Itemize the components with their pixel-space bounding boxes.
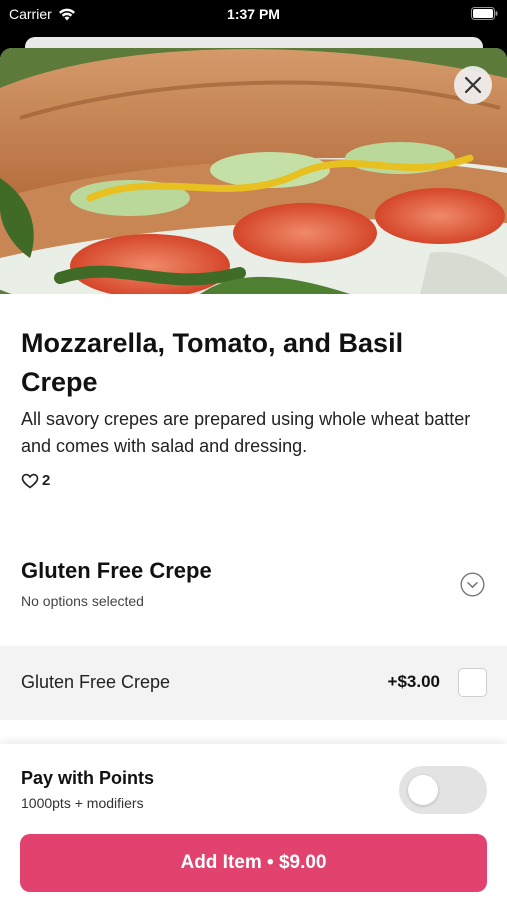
pay-with-points-subtitle: 1000pts + modifiers [21,795,144,811]
option-group-subtitle: No options selected [21,593,144,609]
clock: 1:37 PM [227,6,280,22]
chevron-down-icon [460,572,485,597]
option-label: Gluten Free Crepe [21,672,171,692]
close-button[interactable] [454,66,492,104]
option-row[interactable]: Gluten Free Crepe +$3.00 [0,646,507,720]
item-detail-sheet: Mozzarella, Tomato, and Basil Crepe All … [0,48,507,900]
order-footer: Pay with Points 1000pts + modifiers Add … [0,744,507,900]
add-item-button[interactable]: Add Item • $9.00 [20,834,487,892]
item-title: Mozzarella, Tomato, and Basil Crepe [21,328,404,397]
option-group-header[interactable]: Gluten Free Crepe No options selected [0,548,507,620]
toggle-knob [408,775,438,805]
likes-count: 2 [42,472,51,489]
item-description: All savory crepes are prepared using who… [21,409,471,456]
option-checkbox[interactable] [458,668,487,697]
heart-icon [21,473,39,488]
option-price: +$3.00 [387,672,440,691]
like-button[interactable]: 2 [21,472,50,489]
close-icon [464,76,482,94]
pay-with-points-label: Pay with Points [21,768,155,788]
crepe-photo [0,48,507,294]
option-group-title: Gluten Free Crepe [21,558,212,583]
pay-with-points-toggle[interactable] [399,766,487,814]
battery-icon [471,7,498,23]
